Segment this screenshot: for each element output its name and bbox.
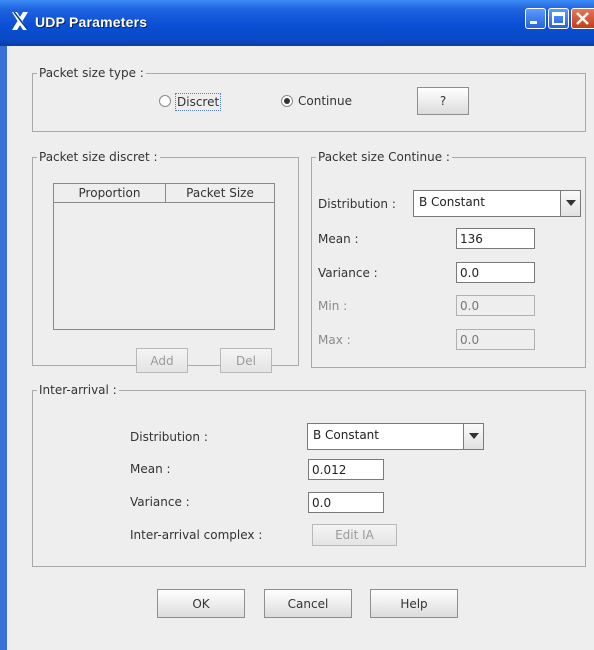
- discret-radio-label[interactable]: Discret: [175, 93, 222, 111]
- continue-radio-label[interactable]: Continue: [298, 93, 352, 109]
- radio-selected-dot: [284, 98, 290, 104]
- continue-max-field: [456, 329, 535, 350]
- continue-variance-label: Variance :: [318, 266, 378, 280]
- cancel-button[interactable]: Cancel: [264, 589, 352, 618]
- continue-min-field: [456, 295, 535, 316]
- ia-distribution-select[interactable]: B Constant: [307, 423, 484, 450]
- del-button[interactable]: Del: [220, 348, 272, 373]
- packet-size-continue-group: Packet size Continue : Distribution : B …: [311, 149, 586, 368]
- continue-max-label: Max :: [318, 333, 351, 347]
- ia-distribution-label: Distribution :: [130, 430, 208, 444]
- chevron-down-icon[interactable]: [560, 191, 580, 216]
- continue-mean-field[interactable]: [456, 228, 535, 249]
- discret-table[interactable]: Proportion Packet Size: [53, 183, 275, 330]
- ia-distribution-value: B Constant: [313, 428, 379, 442]
- ia-mean-label: Mean :: [130, 462, 171, 476]
- ia-variance-label: Variance :: [130, 495, 190, 509]
- ok-button[interactable]: OK: [157, 589, 245, 618]
- edit-ia-button[interactable]: Edit IA: [312, 524, 397, 546]
- continue-radio[interactable]: [281, 95, 293, 107]
- ia-complex-label: Inter-arrival complex :: [130, 528, 263, 542]
- title-bar[interactable]: UDP Parameters: [0, 0, 594, 46]
- discret-radio[interactable]: [159, 95, 171, 107]
- continue-variance-field[interactable]: [456, 262, 535, 283]
- continue-distribution-value: B Constant: [419, 195, 485, 209]
- inter-arrival-group: Inter-arrival : Distribution : B Constan…: [32, 382, 586, 567]
- close-button[interactable]: [571, 8, 594, 29]
- minimize-icon: [530, 21, 537, 24]
- close-icon: [576, 12, 589, 25]
- continue-min-label: Min :: [318, 299, 348, 313]
- column-header-packet-size[interactable]: Packet Size: [166, 184, 274, 203]
- udp-parameters-window: UDP Parameters Packet size type : Discre…: [0, 0, 594, 650]
- table-header: Proportion Packet Size: [54, 184, 274, 204]
- ia-variance-field[interactable]: [308, 492, 384, 513]
- x-logo-icon: [12, 11, 29, 31]
- type-help-button[interactable]: ?: [417, 87, 469, 115]
- chevron-down-icon[interactable]: [463, 424, 483, 449]
- ia-mean-field[interactable]: [308, 459, 384, 480]
- inter-arrival-title: Inter-arrival :: [37, 382, 119, 398]
- continue-distribution-label: Distribution :: [318, 197, 396, 211]
- column-header-proportion[interactable]: Proportion: [54, 184, 166, 203]
- maximize-icon: [552, 12, 565, 25]
- packet-size-type-group: Packet size type : Discret Continue ?: [32, 65, 586, 132]
- continue-distribution-select[interactable]: B Constant: [413, 190, 581, 217]
- window-title: UDP Parameters: [35, 14, 148, 30]
- continue-mean-label: Mean :: [318, 232, 359, 246]
- packet-size-type-title: Packet size type :: [37, 65, 146, 81]
- packet-size-discret-title: Packet size discret :: [37, 149, 160, 165]
- maximize-button[interactable]: [548, 8, 569, 29]
- packet-size-discret-group: Packet size discret : Proportion Packet …: [32, 149, 299, 373]
- add-button[interactable]: Add: [136, 348, 188, 373]
- minimize-button[interactable]: [525, 8, 546, 29]
- packet-size-continue-title: Packet size Continue :: [316, 149, 452, 165]
- dialog-content: Packet size type : Discret Continue ? Pa…: [7, 46, 594, 650]
- help-button[interactable]: Help: [370, 589, 458, 618]
